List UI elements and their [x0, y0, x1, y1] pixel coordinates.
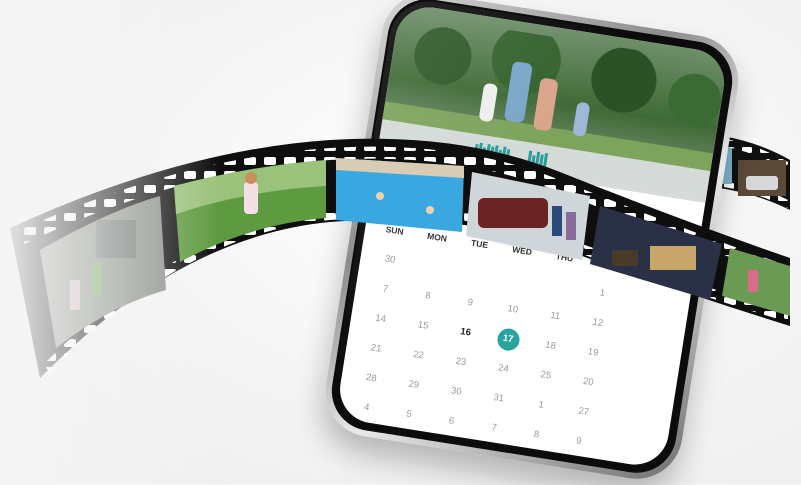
film-frame-swimming-pool [336, 158, 464, 232]
hero-illustration: SUN MON TUE WED THU FRI 30 1 7 [0, 0, 801, 485]
film-strip-front [10, 138, 790, 378]
